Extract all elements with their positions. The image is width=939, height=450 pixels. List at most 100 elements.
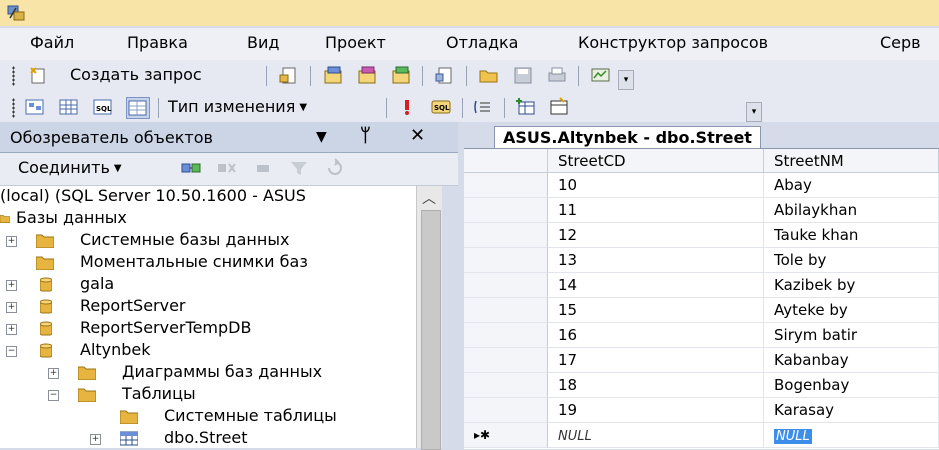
expand-icon[interactable]: +: [90, 434, 101, 445]
menu-edit[interactable]: Правка: [127, 33, 188, 52]
row-selector[interactable]: [464, 273, 548, 298]
open-folder-icon[interactable]: [478, 65, 500, 85]
show-diagram-pane-icon[interactable]: [24, 97, 46, 117]
add-derived-table-icon[interactable]: [548, 97, 570, 117]
panel-splitter[interactable]: [442, 186, 458, 448]
database-icon: [40, 321, 52, 336]
expand-icon[interactable]: +: [48, 368, 59, 379]
object-explorer-scrollbar[interactable]: ︿: [416, 186, 443, 450]
save-icon[interactable]: [512, 65, 534, 85]
toolbar-overflow-button[interactable]: ▾: [618, 70, 634, 90]
new-row-selector[interactable]: ▸✱: [464, 423, 548, 448]
add-table-icon[interactable]: [514, 97, 536, 117]
query-designer-editor: ASUS.Altynbek - dbo.Street StreetCD Stre…: [458, 122, 939, 449]
disconnect-icon[interactable]: [216, 158, 238, 178]
menu-debug[interactable]: Отладка: [446, 33, 518, 52]
scroll-up-icon[interactable]: ︿: [422, 188, 436, 208]
menu-project[interactable]: Проект: [325, 33, 386, 52]
dmx-query-icon[interactable]: [356, 65, 378, 85]
open-file-icon[interactable]: [434, 65, 456, 85]
activity-monitor-icon[interactable]: [590, 65, 612, 85]
row-selector-header[interactable]: [464, 149, 548, 173]
object-explorer-toolbar: Соединить ▼: [0, 153, 458, 186]
cell-streetcd[interactable]: 17: [548, 348, 764, 373]
cell-streetcd[interactable]: 14: [548, 273, 764, 298]
cell-streetnm[interactable]: Sirym batir: [764, 323, 939, 348]
row-selector[interactable]: [464, 348, 548, 373]
cell-streetcd[interactable]: 11: [548, 198, 764, 223]
cell-streetcd[interactable]: 16: [548, 323, 764, 348]
toolbar-grip[interactable]: [12, 98, 15, 118]
cell-streetnm[interactable]: Ayteke by: [764, 298, 939, 323]
new-row-cell-streetnm[interactable]: NULL: [764, 423, 939, 448]
expand-icon[interactable]: +: [6, 280, 17, 291]
toolbar-overflow-button[interactable]: ▾: [746, 102, 762, 122]
cell-streetcd[interactable]: 10: [548, 173, 764, 198]
collapse-icon[interactable]: −: [6, 346, 17, 357]
new-query-button[interactable]: Создать запрос: [70, 65, 202, 84]
tree-node-label: Базы данных: [16, 208, 127, 227]
toolbar-separator: [504, 98, 505, 118]
change-type-dropdown[interactable]: Тип изменения ▼: [168, 97, 307, 116]
menu-file[interactable]: Файл: [30, 33, 74, 52]
pin-icon[interactable]: ᛘ: [360, 125, 371, 146]
toolbar-grip[interactable]: [12, 66, 15, 86]
tree-node-label: Системные таблицы: [164, 406, 337, 425]
query-designer-toolbar: SQL Тип изменения ▼ SQL ▾: [0, 92, 939, 122]
row-selector[interactable]: [464, 198, 548, 223]
cell-streetcd[interactable]: 12: [548, 223, 764, 248]
expand-icon[interactable]: +: [6, 324, 17, 335]
connect-dropdown[interactable]: Соединить ▼: [18, 158, 122, 177]
group-by-icon[interactable]: [472, 97, 494, 117]
expand-icon[interactable]: +: [6, 302, 17, 313]
row-selector[interactable]: [464, 398, 548, 423]
new-query-icon[interactable]: [28, 65, 50, 85]
cell-streetcd[interactable]: 18: [548, 373, 764, 398]
cell-streetcd[interactable]: 19: [548, 398, 764, 423]
column-header-streetcd[interactable]: StreetCD: [548, 149, 764, 173]
verify-sql-icon[interactable]: SQL: [430, 97, 452, 117]
document-tab[interactable]: ASUS.Altynbek - dbo.Street: [494, 126, 761, 149]
row-selector[interactable]: [464, 323, 548, 348]
cell-streetnm[interactable]: Karasay: [764, 398, 939, 423]
window-position-dropdown-icon[interactable]: ▼: [316, 129, 327, 145]
cell-streetnm[interactable]: Bogenbay: [764, 373, 939, 398]
row-selector[interactable]: [464, 223, 548, 248]
row-selector[interactable]: [464, 173, 548, 198]
cell-streetcd[interactable]: 13: [548, 248, 764, 273]
folder-icon: [36, 234, 54, 248]
row-selector[interactable]: [464, 373, 548, 398]
scrollbar-thumb[interactable]: [421, 210, 441, 450]
menu-service[interactable]: Серв: [880, 33, 921, 52]
menu-query-designer[interactable]: Конструктор запросов: [578, 33, 768, 52]
mdx-query-icon[interactable]: [322, 65, 344, 85]
new-file-icon[interactable]: [278, 65, 300, 85]
row-selector[interactable]: [464, 248, 548, 273]
cell-streetnm[interactable]: Kabanbay: [764, 348, 939, 373]
new-row-cell-streetcd[interactable]: NULL: [548, 423, 764, 448]
print-icon[interactable]: [546, 65, 568, 85]
show-criteria-pane-icon[interactable]: [58, 97, 80, 117]
database-icon: [40, 299, 52, 314]
row-selector[interactable]: [464, 298, 548, 323]
xmla-query-icon[interactable]: [390, 65, 412, 85]
cell-streetnm[interactable]: Abay: [764, 173, 939, 198]
refresh-icon[interactable]: [324, 158, 346, 178]
filter-icon[interactable]: [288, 158, 310, 178]
close-panel-icon[interactable]: ✕: [410, 125, 425, 146]
cell-streetnm[interactable]: Kazibek by: [764, 273, 939, 298]
column-header-streetnm[interactable]: StreetNM: [764, 149, 939, 173]
stop-icon[interactable]: [252, 158, 274, 178]
cell-streetnm[interactable]: Tauke khan: [764, 223, 939, 248]
execute-sql-icon[interactable]: [396, 97, 418, 117]
cell-streetcd[interactable]: 15: [548, 298, 764, 323]
change-type-label: Тип изменения: [168, 97, 296, 116]
cell-streetnm[interactable]: Tole by: [764, 248, 939, 273]
connect-object-explorer-icon[interactable]: [180, 158, 202, 178]
expand-icon[interactable]: +: [6, 236, 17, 247]
show-sql-pane-icon[interactable]: SQL: [92, 97, 114, 117]
cell-streetnm[interactable]: Abilaykhan: [764, 198, 939, 223]
show-results-pane-icon[interactable]: [126, 97, 150, 119]
menu-view[interactable]: Вид: [247, 33, 279, 52]
collapse-icon[interactable]: −: [48, 390, 59, 401]
